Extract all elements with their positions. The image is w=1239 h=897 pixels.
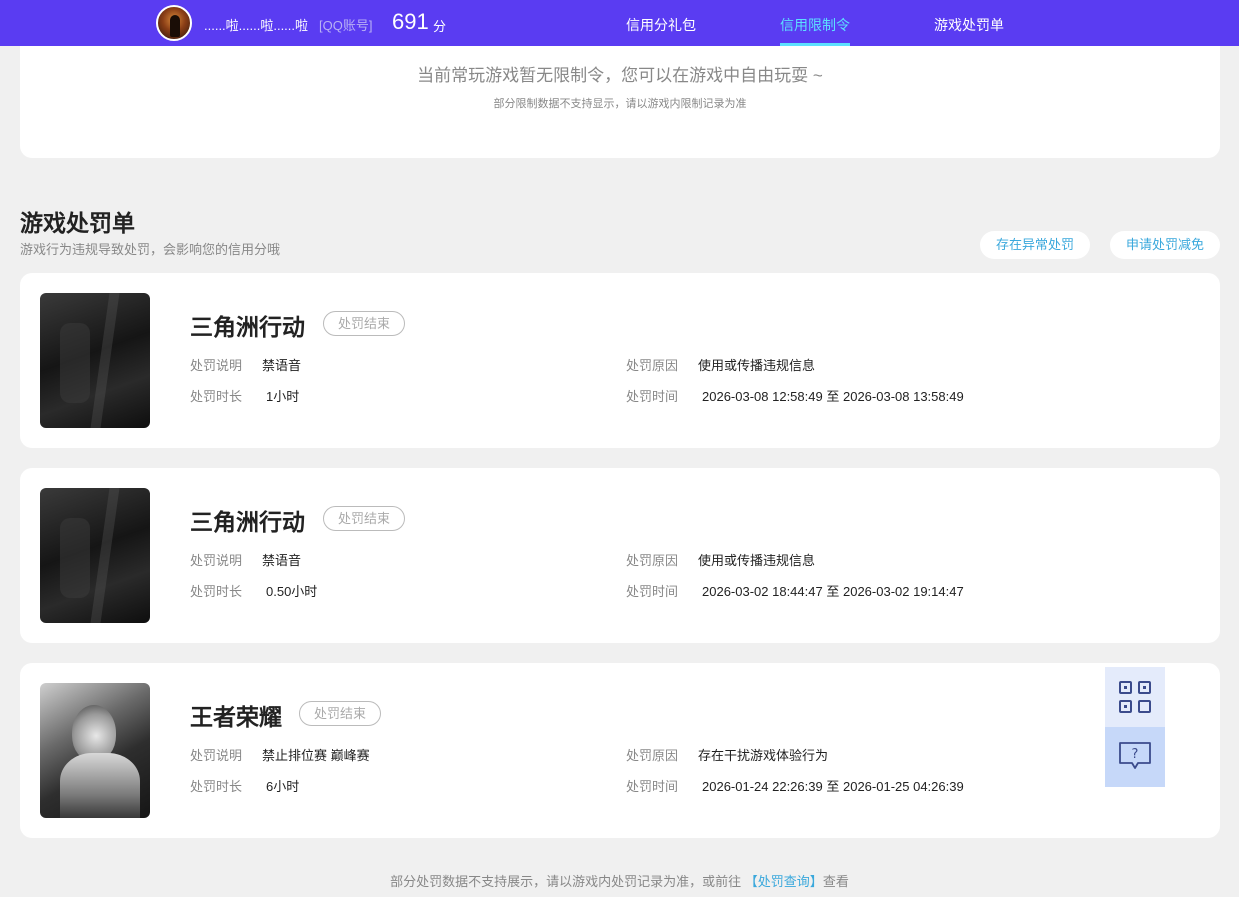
footer-note: 部分处罚数据不支持展示，请以游戏内处罚记录为准，或前往 【处罚查询】查看 [0, 871, 1239, 890]
desc-value: 禁语音 [262, 358, 302, 373]
time-label: 处罚时间 [626, 389, 679, 404]
help-chat-icon: ? [1119, 742, 1151, 769]
duration-label: 处罚时长 [190, 584, 243, 599]
desc-label: 处罚说明 [190, 358, 243, 373]
duration-label: 处罚时长 [190, 389, 243, 404]
duration-value: 0.50小时 [266, 584, 318, 599]
abnormal-penalty-button[interactable]: 存在异常处罚 [980, 231, 1090, 259]
status-badge: 处罚结束 [299, 701, 382, 726]
desc-label: 处罚说明 [190, 553, 243, 568]
help-chat-button[interactable]: ? [1105, 727, 1165, 787]
game-name: 三角洲行动 [190, 509, 305, 535]
game-thumbnail [40, 488, 150, 623]
game-thumbnail [40, 293, 150, 428]
top-nav-bar: ......啦......啦......啦 [QQ账号] 691 分 信用分礼包… [0, 0, 1239, 46]
duration-label: 处罚时长 [190, 779, 243, 794]
footer-text-after: 查看 [822, 874, 849, 889]
status-badge: 处罚结束 [323, 311, 406, 336]
game-name: 王者荣耀 [190, 704, 282, 730]
desc-value: 禁语音 [262, 553, 302, 568]
reason-label: 处罚原因 [626, 358, 679, 373]
penalty-card: 王者荣耀 处罚结束 处罚说明 禁止排位赛 巅峰赛 处罚时长 6小时 处罚原因 存… [20, 663, 1220, 838]
time-value: 2026-01-24 22:26:39 至 2026-01-25 04:26:3… [702, 776, 964, 795]
to-word: 至 [826, 584, 840, 599]
reason-value: 存在干扰游戏体验行为 [698, 748, 829, 763]
username: ......啦......啦......啦 [204, 18, 309, 33]
time-label: 处罚时间 [626, 779, 679, 794]
game-thumbnail [40, 683, 150, 818]
desc-label: 处罚说明 [190, 748, 243, 763]
account-type-label: [QQ账号] [319, 18, 373, 33]
start-time: 2026-03-08 12:58:49 [702, 389, 823, 404]
reason-value: 使用或传播违规信息 [698, 553, 816, 568]
penalty-section-subtitle: 游戏行为违规导致处罚，会影响您的信用分哦 [20, 242, 281, 257]
nav-tab-credit-restriction[interactable]: 信用限制令 [780, 15, 850, 35]
game-name: 三角洲行动 [190, 314, 305, 340]
end-time: 2026-03-02 19:14:47 [842, 584, 964, 599]
duration-value: 6小时 [266, 779, 300, 794]
to-word: 至 [826, 389, 840, 404]
qr-code-icon [1119, 681, 1151, 713]
user-avatar[interactable] [156, 5, 192, 41]
penalty-section-title: 游戏处罚单 [20, 210, 135, 236]
credit-score-unit: 分 [433, 19, 447, 34]
restriction-card: 当前常玩游戏暂无限制令，您可以在游戏中自由玩耍 ~ 部分限制数据不支持显示，请以… [20, 46, 1220, 158]
penalty-card: 三角洲行动 处罚结束 处罚说明 禁语音 处罚时长 1小时 处罚原因 使用或传播违… [20, 273, 1220, 448]
reason-value: 使用或传播违规信息 [698, 358, 816, 373]
start-time: 2026-03-02 18:44:47 [702, 584, 823, 599]
footer-text: 部分处罚数据不支持展示，请以游戏内处罚记录为准，或前往 [390, 874, 742, 889]
nav-tab-game-penalty[interactable]: 游戏处罚单 [934, 15, 1004, 35]
status-badge: 处罚结束 [323, 506, 406, 531]
qr-code-button[interactable] [1105, 667, 1165, 727]
reason-label: 处罚原因 [626, 748, 679, 763]
reason-label: 处罚原因 [626, 553, 679, 568]
nav-tab-credit-gift[interactable]: 信用分礼包 [626, 15, 696, 35]
time-label: 处罚时间 [626, 584, 679, 599]
penalty-card: 三角洲行动 处罚结束 处罚说明 禁语音 处罚时长 0.50小时 处罚原因 使用或… [20, 468, 1220, 643]
duration-value: 1小时 [266, 389, 300, 404]
penalty-query-link[interactable]: 【处罚查询】 [745, 874, 823, 889]
restriction-note: 部分限制数据不支持显示，请以游戏内限制记录为准 [493, 98, 747, 110]
time-value: 2026-03-08 12:58:49 至 2026-03-08 13:58:4… [702, 386, 964, 405]
restriction-status-text: 当前常玩游戏暂无限制令，您可以在游戏中自由玩耍 ~ [417, 66, 823, 85]
end-time: 2026-03-08 13:58:49 [842, 389, 964, 404]
svg-text:?: ? [1132, 747, 1139, 762]
apply-reduction-button[interactable]: 申请处罚减免 [1110, 231, 1220, 259]
desc-value: 禁止排位赛 巅峰赛 [262, 748, 370, 763]
end-time: 2026-01-25 04:26:39 [842, 779, 964, 794]
time-value: 2026-03-02 18:44:47 至 2026-03-02 19:14:4… [702, 581, 964, 600]
credit-score: 691 [392, 9, 429, 34]
start-time: 2026-01-24 22:26:39 [702, 779, 823, 794]
to-word: 至 [826, 779, 840, 794]
